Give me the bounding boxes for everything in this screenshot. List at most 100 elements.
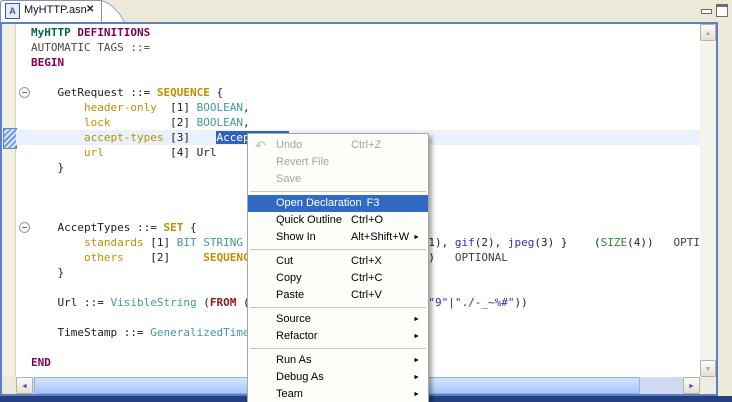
menu-item-quick-outline[interactable]: Quick Outline Ctrl+O: [248, 212, 428, 229]
scroll-right-button[interactable]: ►: [683, 377, 700, 394]
code-token: {: [210, 86, 223, 99]
code-token: (4)): [627, 236, 673, 249]
code-token: accept-types: [84, 131, 163, 144]
menu-separator: [248, 304, 428, 311]
menu-item-shortcut: Ctrl+X: [351, 253, 382, 270]
menu-item-shortcut: Ctrl+O: [351, 212, 383, 229]
menu-item-label: Revert File: [276, 156, 329, 168]
menu-item-source[interactable]: Source►: [248, 311, 428, 328]
menu-item-cut[interactable]: CutCtrl+X: [248, 253, 428, 270]
code-token: BIT STRING: [177, 236, 243, 249]
menu-item-label: Debug As: [276, 371, 324, 383]
code-token: }: [31, 266, 64, 279]
submenu-arrow-icon: ►: [413, 311, 420, 328]
menu-item-copy[interactable]: CopyCtrl+C: [248, 270, 428, 287]
code-token: [31, 101, 84, 114]
code-token: [31, 146, 84, 159]
scroll-left-button[interactable]: ◄: [16, 377, 33, 394]
code-token: Url ::=: [31, 296, 110, 309]
code-line: lock [2] BOOLEAN,: [31, 115, 250, 130]
code-token: TimeStamp ::=: [31, 326, 150, 339]
menu-separator: [248, 246, 428, 253]
code-token: DEFINITIONS: [77, 26, 150, 39]
scrollbar-corner-right: [700, 377, 716, 394]
code-token: [1]: [144, 236, 177, 249]
maximize-icon[interactable]: [716, 4, 728, 17]
menu-item-shortcut: Ctrl+V: [351, 287, 382, 304]
code-line: }: [31, 160, 64, 175]
code-token: SIZE: [601, 236, 628, 249]
undo-icon: ↶: [255, 137, 266, 154]
code-token: [31, 116, 84, 129]
code-token: [2]: [110, 116, 196, 129]
code-token: ,: [243, 101, 250, 114]
code-token: END: [31, 356, 51, 369]
code-line: BEGIN: [31, 55, 64, 70]
menu-item-team[interactable]: Team ►: [248, 386, 428, 402]
menu-item-save[interactable]: Save: [248, 171, 428, 188]
code-token: {: [183, 221, 196, 234]
scroll-up-button[interactable]: ▲: [700, 24, 716, 41]
minimize-icon[interactable]: [701, 9, 712, 14]
code-token: VisibleString: [110, 296, 196, 309]
code-token: gif: [455, 236, 475, 249]
menu-item-undo[interactable]: ↶UndoCtrl+Z: [248, 137, 428, 154]
scrollbar-corner-left: [2, 377, 16, 394]
code-line: TimeStamp ::= GeneralizedTime: [31, 325, 250, 340]
submenu-arrow-icon: ►: [413, 328, 420, 345]
submenu-arrow-icon: ►: [413, 229, 420, 246]
menu-item-label: Team: [276, 388, 303, 400]
code-token: GeneralizedTime: [150, 326, 249, 339]
menu-item-shortcut: F3: [367, 197, 380, 209]
code-token: BOOLEAN: [197, 101, 243, 114]
code-token: OPTIONAL: [674, 236, 700, 249]
menu-item-label: Run As: [276, 354, 311, 366]
code-line: MyHTTP DEFINITIONS: [31, 25, 150, 40]
code-token: AcceptTypes ::=: [31, 221, 163, 234]
menu-item-debug-as[interactable]: Debug As ►: [248, 369, 428, 386]
menu-item-open-declaration[interactable]: Open Declaration F3: [248, 195, 428, 212]
code-token: [31, 236, 84, 249]
code-token: OPTIONAL: [455, 251, 508, 264]
code-token: url: [84, 146, 104, 159]
menu-item-show-in[interactable]: Show In Alt+Shift+W►: [248, 229, 428, 246]
menu-item-shortcut: Ctrl+Z: [351, 137, 381, 154]
vertical-scrollbar[interactable]: ▲ ▼: [700, 24, 716, 377]
menu-item-shortcut: Alt+Shift+W: [351, 229, 409, 246]
code-token: }: [31, 161, 64, 174]
tab-title: MyHTTP.asn: [24, 4, 87, 16]
close-icon[interactable]: ✕: [86, 4, 94, 15]
menu-separator: [248, 345, 428, 352]
code-line: AUTOMATIC TAGS ::=: [31, 40, 150, 55]
submenu-arrow-icon: ►: [413, 386, 420, 402]
code-token: header-only: [84, 101, 157, 114]
scroll-down-button[interactable]: ▼: [700, 360, 716, 377]
code-token: SET: [163, 221, 183, 234]
code-token: (: [197, 296, 210, 309]
menu-item-label: Show In: [276, 231, 316, 243]
menu-item-revert-file[interactable]: Revert File: [248, 154, 428, 171]
code-token: [1]: [157, 101, 197, 114]
menu-item-paste[interactable]: PasteCtrl+V: [248, 287, 428, 304]
scroll-left-icon: ◄: [17, 378, 32, 395]
code-token: (3) } (: [534, 236, 600, 249]
menu-item-label: Refactor: [276, 330, 318, 342]
code-token: [31, 251, 84, 264]
menu-item-label: Open Declaration: [276, 197, 362, 209]
fold-collapse-icon[interactable]: [19, 222, 30, 233]
context-menu: ↶UndoCtrl+Z Revert File Save Open Declarati…: [247, 133, 429, 402]
code-token: ,: [243, 116, 250, 129]
code-token: GetRequest ::=: [31, 86, 157, 99]
eclipse-editor-window: A MyHTTP.asn ✕ MyHTTP DEFINITIONSAUTOMAT…: [0, 0, 732, 402]
code-token: AUTOMATIC TAGS ::=: [31, 41, 150, 54]
menu-item-label: Quick Outline: [276, 214, 342, 226]
fold-collapse-icon[interactable]: [19, 87, 30, 98]
code-token: others: [84, 251, 124, 264]
occurrence-marker: [3, 128, 17, 149]
menu-item-shortcut: Ctrl+C: [351, 270, 382, 287]
menu-item-refactor[interactable]: Refactor ►: [248, 328, 428, 345]
menu-item-run-as[interactable]: Run As►: [248, 352, 428, 369]
code-line: header-only [1] BOOLEAN,: [31, 100, 250, 115]
code-line: url [4] Url: [31, 145, 216, 160]
submenu-arrow-icon: ►: [413, 369, 420, 386]
